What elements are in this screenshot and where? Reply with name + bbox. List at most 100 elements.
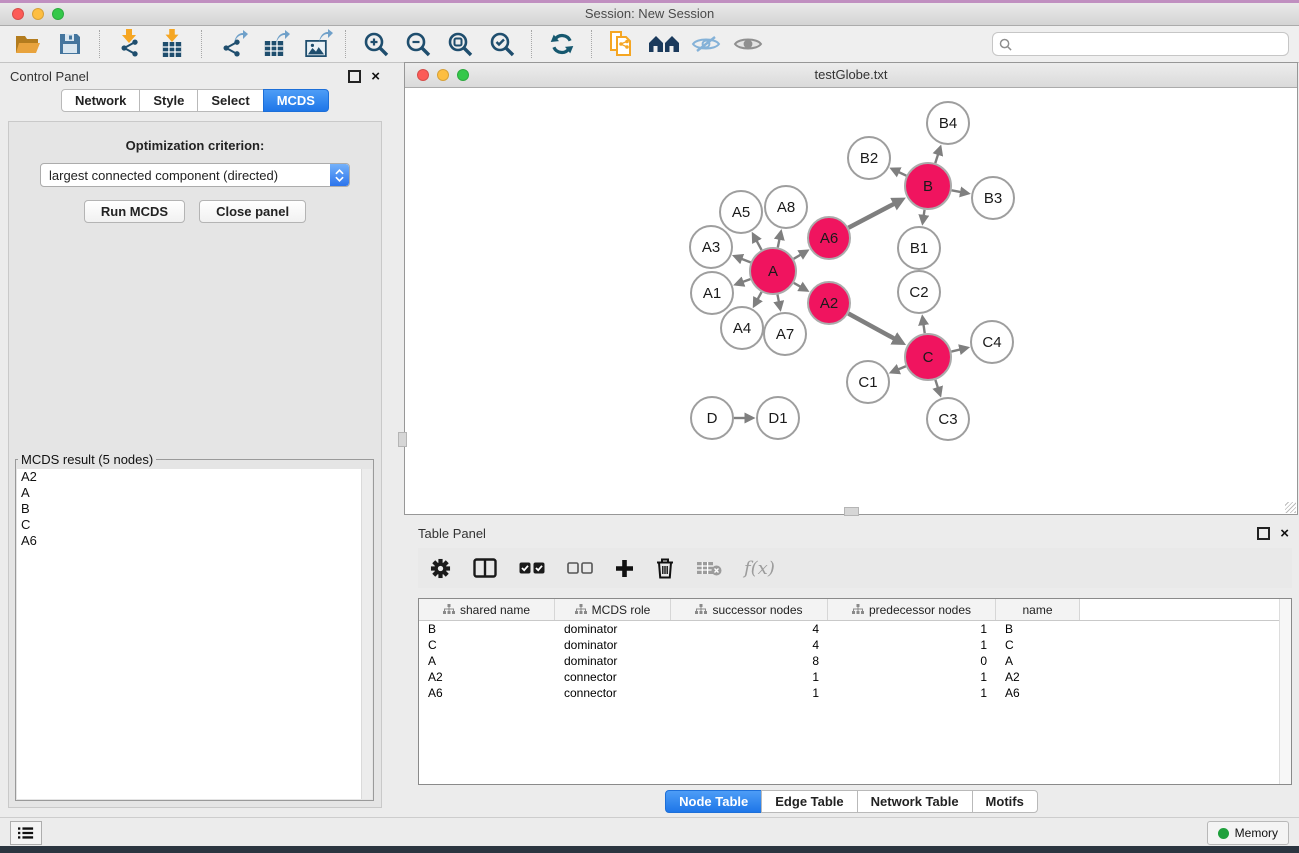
export-image-button[interactable]: [298, 29, 334, 59]
minimize-network-button[interactable]: [437, 69, 449, 81]
float-panel-icon[interactable]: [1257, 527, 1270, 540]
minimize-window-button[interactable]: [32, 8, 44, 20]
node-A2[interactable]: A2: [808, 282, 850, 324]
hide-details-button[interactable]: [688, 29, 724, 59]
node-C3[interactable]: C3: [927, 398, 969, 440]
edge-A-A1[interactable]: [738, 279, 750, 283]
zoom-selected-button[interactable]: [484, 29, 520, 59]
network-document-button[interactable]: [604, 29, 640, 59]
search-box[interactable]: [992, 32, 1289, 56]
table-cell[interactable]: 4: [671, 638, 828, 652]
edge-B-B3[interactable]: [952, 190, 966, 193]
table-cell[interactable]: 1: [671, 686, 828, 700]
result-item[interactable]: A: [17, 485, 372, 501]
close-window-button[interactable]: [12, 8, 24, 20]
task-history-button[interactable]: [10, 821, 42, 845]
table-tab-network-table[interactable]: Network Table: [857, 790, 973, 813]
show-details-button[interactable]: [730, 29, 766, 59]
edge-C-C2[interactable]: [923, 320, 925, 333]
column-header-shared-name[interactable]: shared name: [419, 599, 555, 620]
node-A3[interactable]: A3: [690, 226, 732, 268]
edge-A-A2[interactable]: [794, 283, 805, 289]
edge-A2-C[interactable]: [848, 314, 900, 342]
table-cell[interactable]: dominator: [555, 654, 671, 668]
table-cell[interactable]: A: [419, 654, 555, 668]
table-cell[interactable]: 1: [671, 670, 828, 684]
resize-grip[interactable]: [1285, 502, 1296, 513]
table-cell[interactable]: A6: [419, 686, 555, 700]
network-canvas[interactable]: B4B2BB3A5A8A6A3B1AA1C2A2A4A7C4CC1DD1C3: [405, 87, 1297, 514]
edge-C-C1[interactable]: [894, 366, 906, 371]
open-file-button[interactable]: [10, 29, 46, 59]
table-cell[interactable]: 0: [828, 654, 996, 668]
table-row[interactable]: Bdominator41B: [419, 621, 1291, 637]
window-titlebar[interactable]: Session: New Session: [0, 3, 1299, 26]
node-D1[interactable]: D1: [757, 397, 799, 439]
table-row[interactable]: Adominator80A: [419, 653, 1291, 669]
close-panel-button[interactable]: Close panel: [199, 200, 306, 223]
result-item[interactable]: A6: [17, 533, 372, 549]
edge-C-C4[interactable]: [951, 348, 964, 351]
mcds-result-list[interactable]: A2ABCA6: [17, 469, 372, 799]
edge-A-A3[interactable]: [737, 257, 751, 262]
table-tab-motifs[interactable]: Motifs: [972, 790, 1038, 813]
table-cell[interactable]: connector: [555, 670, 671, 684]
edge-A6-B[interactable]: [848, 201, 899, 228]
result-item[interactable]: B: [17, 501, 372, 517]
table-cell[interactable]: 1: [828, 670, 996, 684]
edge-B-B1[interactable]: [923, 210, 925, 221]
table-cell[interactable]: A2: [419, 670, 555, 684]
table-cell[interactable]: 1: [828, 622, 996, 636]
node-A[interactable]: A: [750, 248, 796, 294]
zoom-fit-button[interactable]: [442, 29, 478, 59]
node-C[interactable]: C: [905, 334, 951, 380]
column-header-name[interactable]: name: [996, 599, 1080, 620]
table-cell[interactable]: 4: [671, 622, 828, 636]
table-scrollbar[interactable]: [1279, 599, 1291, 784]
table-row[interactable]: A2connector11A2: [419, 669, 1291, 685]
node-B3[interactable]: B3: [972, 177, 1014, 219]
table-row[interactable]: Cdominator41C: [419, 637, 1291, 653]
close-panel-icon[interactable]: ×: [371, 72, 380, 81]
node-B[interactable]: B: [905, 163, 951, 209]
table-cell[interactable]: dominator: [555, 638, 671, 652]
result-item[interactable]: C: [17, 517, 372, 533]
edge-A-A5[interactable]: [754, 237, 761, 250]
gear-button[interactable]: [430, 558, 451, 579]
table-cell[interactable]: A: [996, 654, 1080, 668]
node-C4[interactable]: C4: [971, 321, 1013, 363]
select-all-button[interactable]: [519, 562, 545, 574]
column-header-predecessor-nodes[interactable]: predecessor nodes: [828, 599, 996, 620]
refresh-button[interactable]: [544, 29, 580, 59]
add-button[interactable]: [615, 559, 634, 578]
run-mcds-button[interactable]: Run MCDS: [84, 200, 185, 223]
tab-mcds[interactable]: MCDS: [263, 89, 329, 112]
edge-A-A7[interactable]: [777, 295, 779, 307]
search-input[interactable]: [1016, 36, 1282, 52]
node-A7[interactable]: A7: [764, 313, 806, 355]
edge-C-C3[interactable]: [935, 380, 939, 393]
columns-button[interactable]: [473, 558, 497, 578]
node-B1[interactable]: B1: [898, 227, 940, 269]
node-C1[interactable]: C1: [847, 361, 889, 403]
vertical-split-handle[interactable]: [844, 507, 859, 516]
table-cell[interactable]: C: [419, 638, 555, 652]
node-C2[interactable]: C2: [898, 271, 940, 313]
node-A6[interactable]: A6: [808, 217, 850, 259]
deselect-all-button[interactable]: [567, 562, 593, 574]
import-table-button[interactable]: [154, 29, 190, 59]
node-A5[interactable]: A5: [720, 191, 762, 233]
table-cell[interactable]: 1: [828, 638, 996, 652]
zoom-window-button[interactable]: [52, 8, 64, 20]
function-builder-button[interactable]: f(x): [744, 558, 775, 579]
result-scrollbar[interactable]: [361, 469, 372, 799]
edge-B-B2[interactable]: [894, 170, 906, 176]
delete-button[interactable]: [656, 558, 674, 579]
zoom-network-button[interactable]: [457, 69, 469, 81]
column-header-successor-nodes[interactable]: successor nodes: [671, 599, 828, 620]
node-D[interactable]: D: [691, 397, 733, 439]
result-item[interactable]: A2: [17, 469, 372, 485]
table-cell[interactable]: A2: [996, 670, 1080, 684]
zoom-in-button[interactable]: [358, 29, 394, 59]
table-cell[interactable]: B: [419, 622, 555, 636]
